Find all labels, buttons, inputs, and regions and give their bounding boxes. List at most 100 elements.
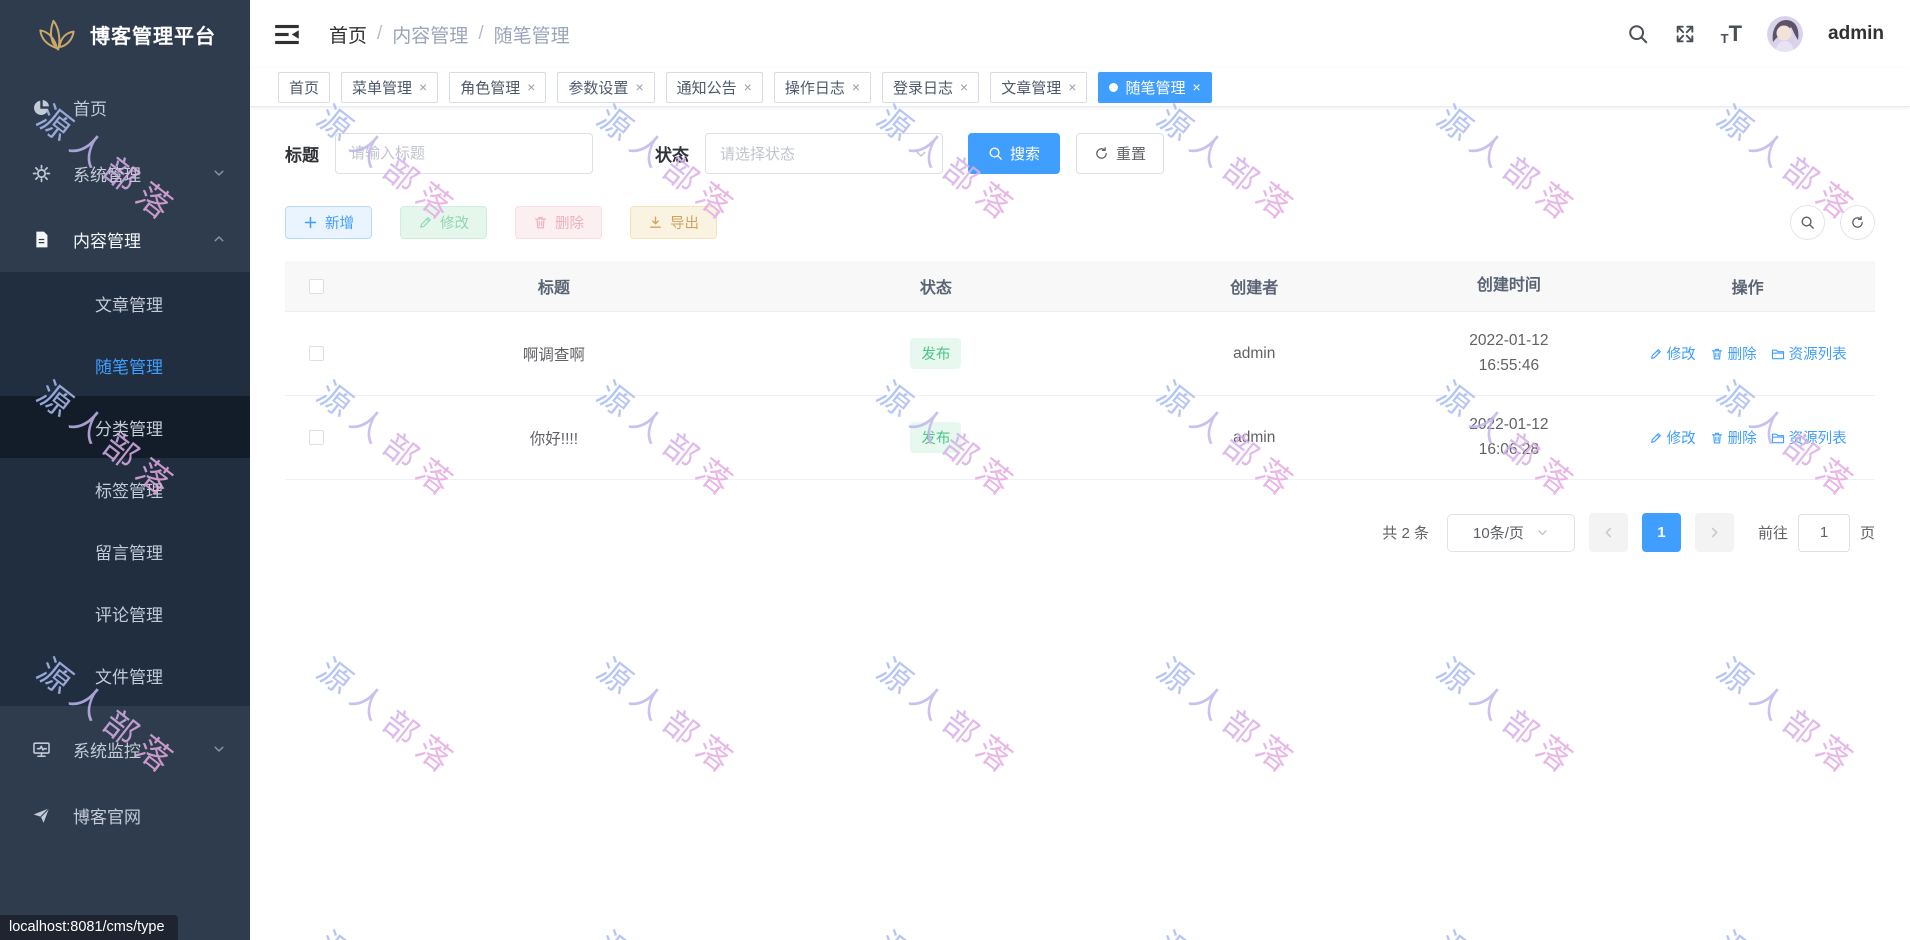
fullscreen-icon[interactable] bbox=[1674, 23, 1696, 45]
table-toolbar: 新增 修改 删除 导出 bbox=[285, 205, 1875, 240]
sidebar-subitem[interactable]: 文件管理 bbox=[0, 644, 250, 706]
tab[interactable]: 文章管理 × bbox=[990, 71, 1088, 103]
wheat-logo-icon bbox=[38, 15, 76, 53]
tab[interactable]: 参数设置 × bbox=[557, 71, 655, 103]
table-body: 啊调查啊 发布 admin 2022-01-12 16:55:46 修改 删除 资源… bbox=[285, 312, 1875, 480]
sidebar-item-home[interactable]: 首页 bbox=[0, 74, 250, 140]
delete-button[interactable]: 删除 bbox=[515, 206, 602, 239]
refresh-icon bbox=[1094, 146, 1109, 161]
folder-icon bbox=[1771, 431, 1785, 445]
pencil-icon bbox=[1649, 431, 1663, 445]
sidebar-subitem[interactable]: 文章管理 bbox=[0, 272, 250, 334]
chevron-down-icon bbox=[1536, 526, 1549, 539]
next-page-button[interactable] bbox=[1694, 513, 1734, 552]
col-actions: 操作 bbox=[1731, 280, 1764, 297]
tab-close-icon[interactable]: × bbox=[635, 80, 643, 94]
tab-close-icon[interactable]: × bbox=[419, 80, 427, 94]
active-tab-dot bbox=[1109, 82, 1119, 92]
breadcrumb: 首页 / 内容管理 / 随笔管理 bbox=[329, 21, 570, 48]
search-icon bbox=[1800, 215, 1815, 230]
tab[interactable]: 菜单管理 × bbox=[341, 71, 439, 103]
sidebar-subitem[interactable]: 标签管理 bbox=[0, 458, 250, 520]
search-icon[interactable] bbox=[1627, 23, 1649, 45]
sidebar-item-content[interactable]: 内容管理 bbox=[0, 206, 250, 272]
row-edit-link[interactable]: 修改 bbox=[1649, 343, 1696, 364]
breadcrumb-home[interactable]: 首页 bbox=[329, 21, 367, 48]
app-logo[interactable]: 博客管理平台 bbox=[0, 0, 250, 68]
sidebar-subitem[interactable]: 分类管理 bbox=[0, 396, 250, 458]
avatar-image bbox=[1767, 16, 1804, 52]
cell-created-time: 2022-01-12 16:06:28 bbox=[1469, 416, 1549, 458]
font-size-icon[interactable]: TT bbox=[1721, 23, 1742, 46]
chevron-down-icon bbox=[212, 166, 226, 180]
export-button[interactable]: 导出 bbox=[630, 206, 717, 239]
tab[interactable]: 登录日志 × bbox=[882, 71, 980, 103]
content-submenu: 文章管理 随笔管理 分类管理 标签管理 留言管理 评论管理 文件管理 bbox=[0, 272, 250, 706]
tab-close-icon[interactable]: × bbox=[744, 80, 752, 94]
refresh-button[interactable] bbox=[1840, 205, 1875, 240]
sidebar-item-monitor[interactable]: 系统监控 bbox=[0, 716, 250, 782]
title-input[interactable] bbox=[335, 133, 593, 174]
sidebar-subitem[interactable]: 评论管理 bbox=[0, 582, 250, 644]
sidebar-menu: 首页 系统管理 内容管理 文章管理 随笔管理 分类管理 标签管理 留言管理 评论… bbox=[0, 68, 250, 848]
tab-close-icon[interactable]: × bbox=[1192, 80, 1200, 94]
status-label: 状态 bbox=[655, 146, 689, 165]
document-icon bbox=[32, 230, 51, 249]
paper-plane-icon bbox=[32, 806, 51, 825]
reset-button[interactable]: 重置 bbox=[1076, 133, 1164, 174]
sidebar-item-blog-site[interactable]: 博客官网 bbox=[0, 782, 250, 848]
page-size-select[interactable]: 10条/页 bbox=[1446, 513, 1575, 552]
tab[interactable]: 通知公告 × bbox=[665, 71, 763, 103]
col-created-time: 创建时间 bbox=[1476, 276, 1541, 294]
refresh-icon bbox=[1850, 215, 1865, 230]
add-button[interactable]: 新增 bbox=[285, 206, 372, 239]
edit-button[interactable]: 修改 bbox=[400, 206, 487, 239]
table-row: 你好!!!! 发布 admin 2022-01-12 16:06:28 修改 删除… bbox=[285, 396, 1875, 480]
cell-actions: 修改 删除 资源列表 bbox=[1620, 427, 1875, 448]
cell-creator: admin bbox=[1233, 344, 1276, 362]
tab[interactable]: 角色管理 × bbox=[449, 71, 547, 103]
username[interactable]: admin bbox=[1828, 23, 1884, 45]
row-checkbox[interactable] bbox=[308, 346, 324, 361]
search-form: 标题 状态 请选择状态 搜索 重置 bbox=[285, 133, 1875, 174]
row-edit-link[interactable]: 修改 bbox=[1649, 427, 1696, 448]
tab-close-icon[interactable]: × bbox=[527, 80, 535, 94]
chevron-left-icon bbox=[1601, 525, 1616, 540]
search-button[interactable]: 搜索 bbox=[968, 133, 1060, 174]
tab[interactable]: 首页 bbox=[278, 71, 331, 103]
sidebar-subitem[interactable]: 留言管理 bbox=[0, 520, 250, 582]
trash-icon bbox=[1710, 431, 1724, 445]
toggle-search-button[interactable] bbox=[1790, 205, 1825, 240]
row-resource-list-link[interactable]: 资源列表 bbox=[1771, 343, 1847, 364]
tab-close-icon[interactable]: × bbox=[960, 80, 968, 94]
app-title: 博客管理平台 bbox=[90, 25, 216, 48]
chevron-down-icon bbox=[212, 742, 226, 756]
download-icon bbox=[648, 215, 663, 230]
tab-bar: 首页 菜单管理 × 角色管理 × 参数设置 × 通知公告 × 操作日志 × 登录… bbox=[250, 68, 1910, 107]
cell-created-time: 2022-01-12 16:55:46 bbox=[1469, 332, 1549, 374]
tab-close-icon[interactable]: × bbox=[852, 80, 860, 94]
tab-close-icon[interactable]: × bbox=[1068, 80, 1076, 94]
breadcrumb-section: 内容管理 bbox=[392, 25, 469, 47]
table-row: 啊调查啊 发布 admin 2022-01-12 16:55:46 修改 删除 资源… bbox=[285, 312, 1875, 396]
status-badge: 发布 bbox=[910, 422, 962, 453]
prev-page-button[interactable] bbox=[1588, 513, 1628, 552]
row-delete-link[interactable]: 删除 bbox=[1710, 343, 1757, 364]
status-select[interactable]: 请选择状态 bbox=[705, 133, 943, 174]
tab[interactable]: 随笔管理 × bbox=[1098, 71, 1212, 103]
tab[interactable]: 操作日志 × bbox=[773, 71, 872, 103]
page-unit-label: 页 bbox=[1859, 525, 1875, 542]
sidebar-subitem[interactable]: 随笔管理 bbox=[0, 334, 250, 396]
sidebar-item-system[interactable]: 系统管理 bbox=[0, 140, 250, 206]
row-checkbox[interactable] bbox=[308, 430, 324, 445]
row-delete-link[interactable]: 删除 bbox=[1710, 427, 1757, 448]
current-page-button[interactable]: 1 bbox=[1641, 513, 1681, 552]
total-count: 共 2 条 bbox=[1382, 525, 1429, 542]
sidebar-fold-icon[interactable] bbox=[274, 21, 301, 48]
select-all-checkbox[interactable] bbox=[308, 278, 324, 294]
avatar[interactable] bbox=[1767, 16, 1804, 52]
chevron-up-icon bbox=[212, 232, 226, 246]
row-resource-list-link[interactable]: 资源列表 bbox=[1771, 427, 1847, 448]
trash-icon bbox=[1710, 347, 1724, 361]
goto-page-input[interactable] bbox=[1797, 513, 1850, 552]
